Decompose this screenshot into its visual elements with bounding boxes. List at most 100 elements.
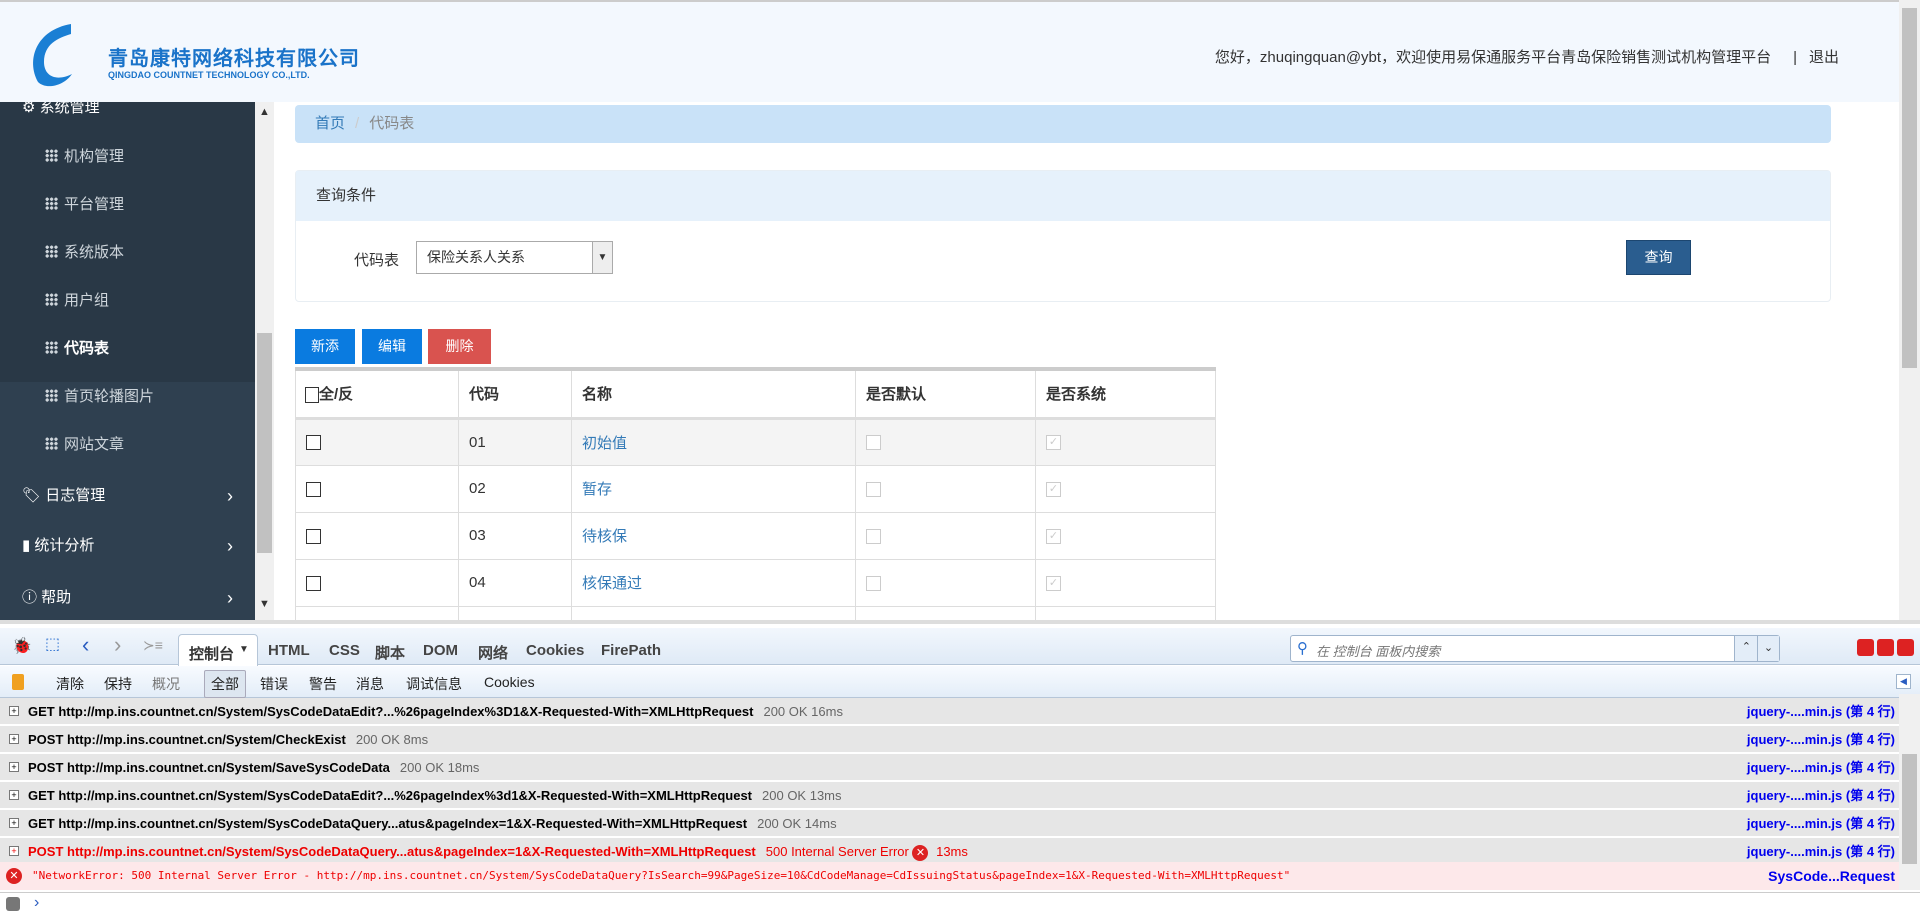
log-text: GET http://mp.ins.countnet.cn/System/Sys… — [28, 816, 748, 831]
expand-icon[interactable]: + — [9, 818, 19, 828]
filter-info[interactable]: 消息 — [356, 674, 384, 694]
persist-button[interactable]: 保持 — [104, 674, 132, 694]
log-entry[interactable]: + POST http://mp.ins.countnet.cn/System/S… — [0, 754, 1899, 781]
sidebar-menu-help[interactable]: ⓘ 帮助 › — [0, 574, 255, 620]
log-entry[interactable]: + POST http://mp.ins.countnet.cn/System/C… — [0, 726, 1899, 753]
expand-icon[interactable]: + — [9, 734, 19, 744]
inspect-icon[interactable]: ⬚ — [45, 634, 60, 654]
log-text: POST http://mp.ins.countnet.cn/System/Sy… — [28, 844, 756, 859]
command-editor-icon[interactable] — [6, 897, 20, 911]
row-checkbox[interactable] — [306, 481, 321, 497]
sidebar-item-usergroup[interactable]: 用户组 — [0, 277, 255, 325]
sidebar-item-version[interactable]: 系统版本 — [0, 229, 255, 277]
company-name: 青岛康特网络科技有限公司 — [108, 48, 360, 70]
sidebar-item-carousel[interactable]: 首页轮播图片 — [0, 373, 255, 421]
name-link[interactable]: 核保通过 — [582, 575, 642, 592]
filter-errors[interactable]: 错误 — [260, 674, 288, 694]
add-button[interactable]: 新添 — [295, 329, 355, 364]
source-link[interactable]: jquery-....min.js (第 4 行) — [1747, 838, 1895, 865]
grid-icon — [45, 197, 58, 210]
filter-warnings[interactable]: 警告 — [309, 674, 337, 694]
step-icon[interactable]: ≻≡ — [143, 637, 163, 654]
query-button[interactable]: 查询 — [1626, 240, 1691, 275]
code-table-label: 代码表 — [354, 252, 400, 269]
edit-button[interactable]: 编辑 — [362, 329, 422, 364]
row-checkbox[interactable] — [306, 528, 321, 544]
minimize-icon[interactable] — [1857, 639, 1874, 656]
default-checkbox — [866, 435, 881, 451]
sidebar-item-org[interactable]: 机构管理 — [0, 133, 255, 181]
expand-icon[interactable]: + — [9, 762, 19, 772]
label: 用户组 — [64, 292, 110, 309]
log-entry[interactable]: + GET http://mp.ins.countnet.cn/System/Sy… — [0, 782, 1899, 809]
delete-button[interactable]: 删除 — [428, 329, 491, 364]
search-next-button[interactable]: ⌄ — [1757, 636, 1779, 661]
default-checkbox — [866, 528, 881, 544]
tab-console[interactable]: 控制台 ▼ — [178, 634, 258, 666]
filter-all[interactable]: 全部 — [204, 670, 246, 698]
source-link[interactable]: jquery-....min.js (第 4 行) — [1747, 754, 1895, 781]
name-link[interactable]: 待核保 — [582, 528, 627, 545]
sidebar-scrollbar[interactable]: ▲ ▼ — [255, 102, 274, 620]
table-row: 02 暂存 ✓ — [295, 464, 1216, 513]
code-table-select[interactable]: 保险关系人关系 ▼ — [416, 241, 613, 274]
firebug-bug-icon[interactable]: 🐞 — [12, 636, 32, 656]
forward-icon[interactable]: › — [114, 632, 121, 658]
breadcrumb: 首页 / 代码表 — [295, 105, 1831, 143]
log-entry-error[interactable]: + POST http://mp.ins.countnet.cn/System/S… — [0, 838, 1899, 865]
label: 全/反 — [319, 386, 354, 404]
expand-icon[interactable]: + — [9, 846, 19, 856]
table-header: 全/反 代码 名称 是否默认 是否系统 — [295, 368, 1216, 420]
row-checkbox[interactable] — [306, 575, 321, 591]
log-text: GET http://mp.ins.countnet.cn/System/Sys… — [28, 704, 754, 719]
source-link[interactable]: jquery-....min.js (第 4 行) — [1747, 810, 1895, 837]
close-power-icon[interactable] — [1897, 639, 1914, 656]
col-system: 是否系统 — [1035, 368, 1216, 420]
expand-icon[interactable]: + — [9, 706, 19, 716]
select-all-checkbox[interactable] — [305, 387, 319, 404]
break-on-error-icon[interactable] — [12, 674, 24, 690]
sidebar-menu-log[interactable]: 🏷 日志管理 › — [0, 472, 255, 520]
log-entry[interactable]: + GET http://mp.ins.countnet.cn/System/Sy… — [0, 810, 1899, 837]
tab-script[interactable]: 脚本 — [375, 642, 405, 663]
log-status: 200 OK 16ms — [763, 704, 843, 719]
console-search-input[interactable]: ⚲ 在 控制台 面板内搜索 ⌄ ⌃ — [1290, 635, 1780, 662]
detach-icon[interactable] — [1877, 639, 1894, 656]
error-source-link[interactable]: SysCode...Request — [1768, 862, 1895, 890]
sidebar-item-articles[interactable]: 网站文章 — [0, 421, 255, 469]
source-link[interactable]: jquery-....min.js (第 4 行) — [1747, 726, 1895, 753]
grid-icon — [45, 245, 58, 258]
sidebar-item-platform[interactable]: 平台管理 — [0, 181, 255, 229]
filter-cookies[interactable]: Cookies — [484, 674, 535, 690]
sidebar-menu-stats[interactable]: ▮ 统计分析 › — [0, 522, 255, 570]
row-checkbox[interactable] — [306, 435, 321, 451]
tab-html[interactable]: HTML — [268, 642, 310, 659]
tab-firepath[interactable]: FirePath — [601, 642, 661, 659]
console-scrollbar[interactable] — [1899, 694, 1920, 890]
default-checkbox — [866, 481, 881, 497]
tab-css[interactable]: CSS — [329, 642, 360, 659]
name-link[interactable]: 初始值 — [582, 435, 627, 452]
source-link[interactable]: jquery-....min.js (第 4 行) — [1747, 782, 1895, 809]
log-entry[interactable]: + GET http://mp.ins.countnet.cn/System/Sy… — [0, 698, 1899, 725]
back-icon[interactable]: ‹ — [82, 632, 89, 658]
logout-link[interactable]: 退出 — [1809, 49, 1839, 66]
tab-cookies[interactable]: Cookies — [526, 642, 584, 659]
sidebar-item-codetable[interactable]: 代码表 — [0, 325, 255, 373]
source-link[interactable]: jquery-....min.js (第 4 行) — [1747, 698, 1895, 725]
log-status: 200 OK 13ms — [762, 788, 842, 803]
command-line[interactable]: › — [0, 892, 1920, 916]
tab-network[interactable]: 网络 — [478, 642, 508, 663]
breadcrumb-home[interactable]: 首页 — [315, 115, 345, 132]
filter-debug[interactable]: 调试信息 — [406, 674, 462, 694]
tab-dom[interactable]: DOM — [423, 642, 458, 659]
profile-button[interactable]: 概况 — [152, 674, 180, 694]
sidebar-group-system[interactable]: ⚙ 系统管理 — [0, 102, 255, 132]
name-link[interactable]: 暂存 — [582, 481, 612, 498]
expand-icon[interactable]: + — [9, 790, 19, 800]
side-panel-toggle-icon[interactable]: ◀ — [1896, 674, 1911, 689]
select-all-header[interactable]: 全/反 — [295, 368, 459, 420]
clear-button[interactable]: 清除 — [56, 674, 84, 694]
col-default: 是否默认 — [855, 368, 1036, 420]
page-scrollbar[interactable] — [1899, 0, 1920, 620]
